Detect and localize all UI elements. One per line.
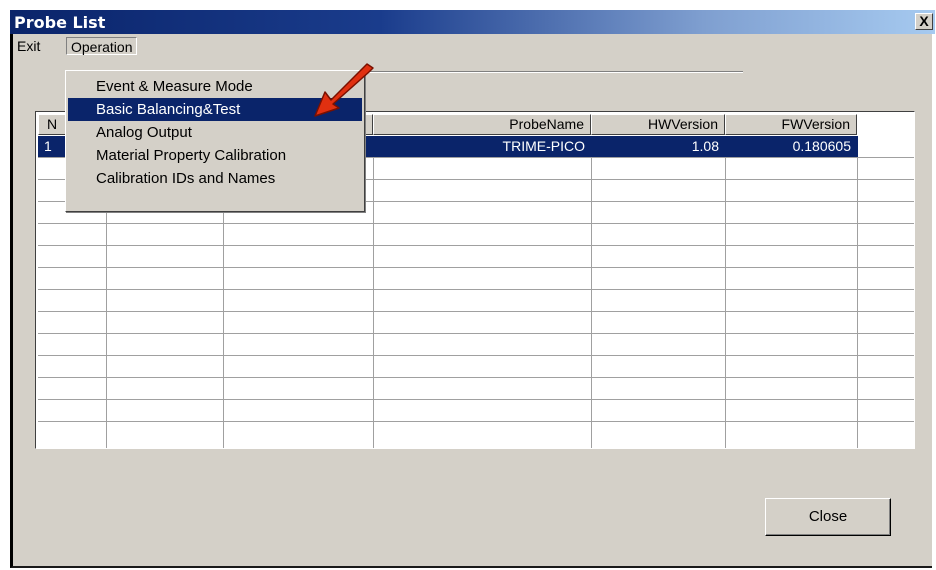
- grid-line: [373, 136, 374, 448]
- column-header-hwversion[interactable]: HWVersion: [591, 114, 725, 135]
- grid-line: [38, 245, 914, 246]
- grid-line: [38, 311, 914, 312]
- column-header-fwversion[interactable]: FWVersion: [725, 114, 857, 135]
- menu-exit[interactable]: Exit: [13, 37, 44, 55]
- probe-list-window: Probe List X Exit Operation N ProbeName …: [10, 10, 935, 568]
- grid-line: [38, 399, 914, 400]
- grid-line: [857, 136, 858, 448]
- grid-line: [38, 333, 914, 334]
- title-bar[interactable]: Probe List X: [10, 10, 935, 34]
- grid-line: [38, 289, 914, 290]
- menu-item-material-property-calibration[interactable]: Material Property Calibration: [68, 144, 362, 167]
- grid-line: [38, 355, 914, 356]
- cell-probe-name: TRIME-PICO: [502, 138, 585, 154]
- menu-item-analog-output[interactable]: Analog Output: [68, 121, 362, 144]
- menu-item-calibration-ids-names[interactable]: Calibration IDs and Names: [68, 167, 362, 190]
- red-arrow-icon: [314, 63, 374, 117]
- cell-hw-version: 1.08: [691, 138, 719, 154]
- close-button[interactable]: Close: [765, 498, 891, 536]
- menu-bar: Exit Operation: [13, 34, 932, 58]
- column-header-probename[interactable]: ProbeName: [373, 114, 591, 135]
- grid-line: [591, 136, 592, 448]
- grid-line: [725, 136, 726, 448]
- window-close-button[interactable]: X: [915, 13, 933, 30]
- menu-operation[interactable]: Operation: [66, 37, 138, 55]
- grid-line: [38, 267, 914, 268]
- grid-line: [38, 377, 914, 378]
- window-title: Probe List: [14, 13, 106, 32]
- grid-line: [38, 223, 914, 224]
- cell-fw-version: 0.180605: [792, 138, 851, 154]
- grid-line: [38, 421, 914, 422]
